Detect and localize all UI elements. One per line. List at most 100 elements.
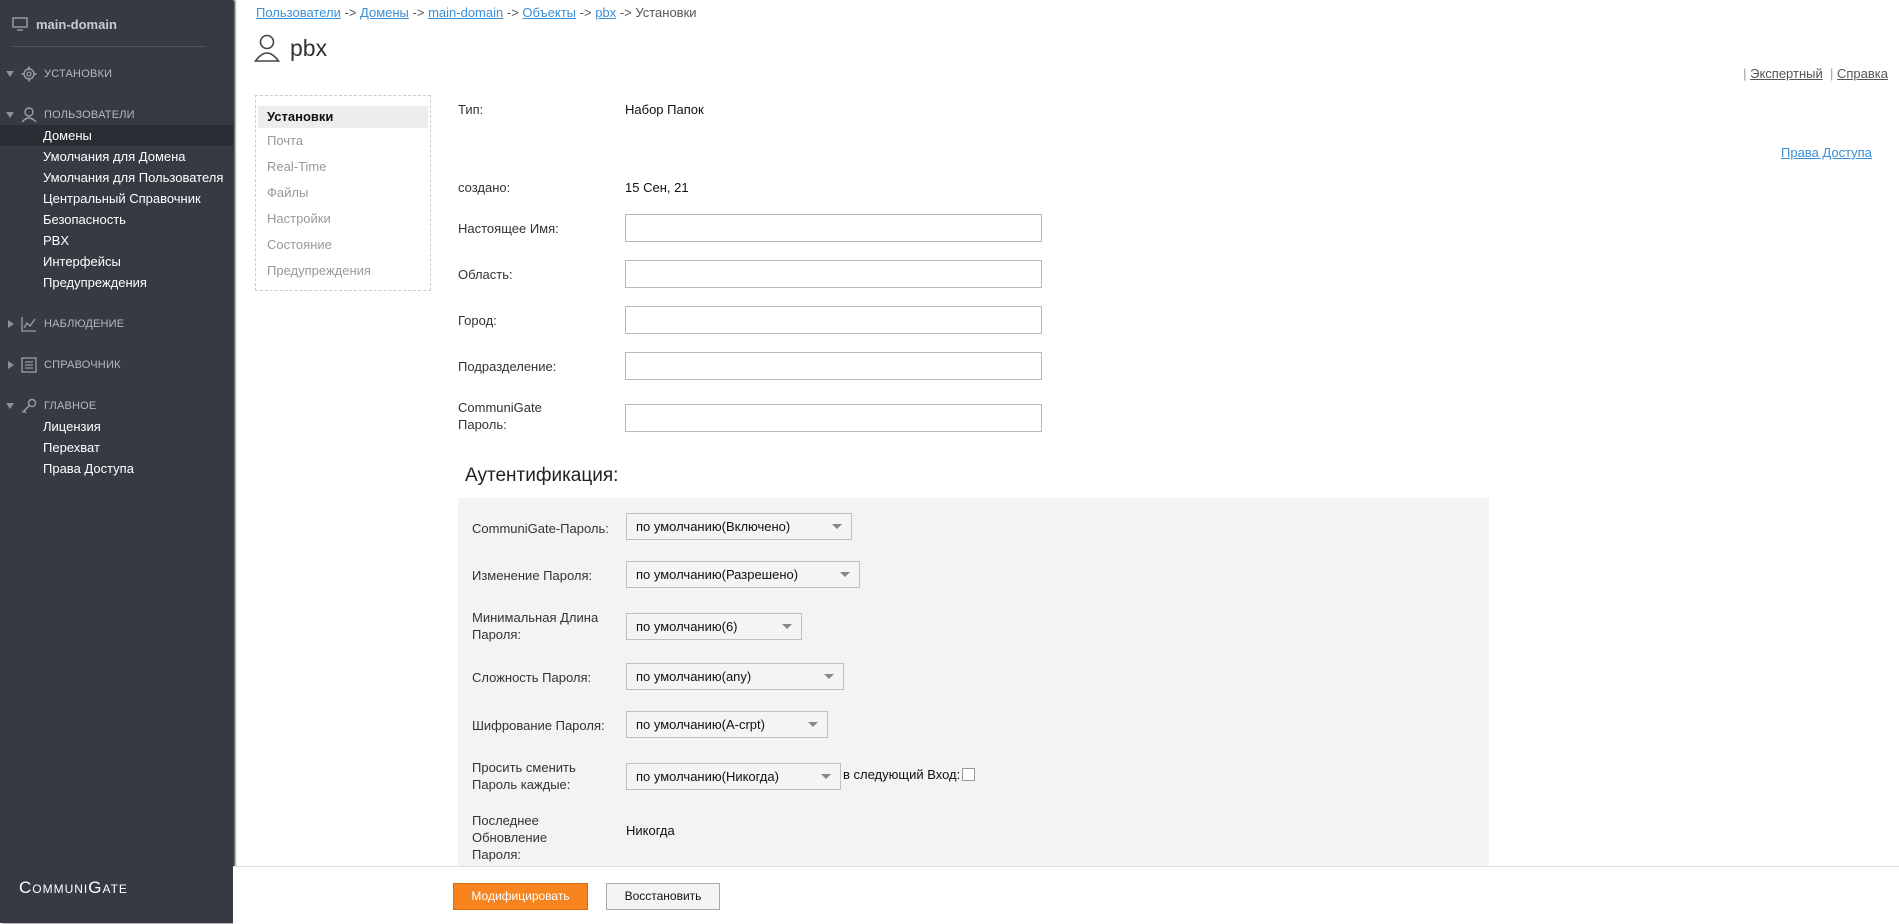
min-length-label: Минимальная Длина Пароля:: [472, 610, 599, 642]
user-icon: [20, 107, 38, 123]
breadcrumb-separator: ->: [506, 5, 519, 20]
domain-switcher[interactable]: main-domain: [12, 14, 117, 34]
breadcrumb-link-domain[interactable]: main-domain: [428, 5, 503, 20]
ask-change-select-value: по умолчанию(Никогда): [636, 769, 779, 784]
divider: [12, 46, 206, 47]
breadcrumb-separator: ->: [619, 5, 632, 20]
sidebar-item-interfaces[interactable]: Интерфейсы: [0, 251, 233, 272]
sidebar-section-settings[interactable]: Установки: [0, 64, 233, 84]
chevron-down-icon: [6, 403, 14, 409]
tab-mail[interactable]: Почта: [256, 128, 430, 154]
expert-link[interactable]: Экспертный: [1750, 66, 1823, 81]
tab-alerts[interactable]: Предупреждения: [256, 258, 430, 284]
modify-button[interactable]: Модифицировать: [453, 883, 588, 910]
sidebar-section-monitoring[interactable]: Наблюдение: [0, 314, 233, 334]
monitor-icon: [12, 17, 28, 31]
gear-icon: [20, 66, 38, 82]
type-label: Тип:: [458, 102, 484, 117]
chevron-down-icon: [6, 71, 14, 77]
sidebar-item-domain-defaults[interactable]: Умолчания для Домена: [0, 146, 233, 167]
tab-status[interactable]: Состояние: [256, 232, 430, 258]
complexity-select-value: по умолчанию(any): [636, 669, 752, 684]
breadcrumb-link-domains[interactable]: Домены: [360, 5, 409, 20]
complexity-select[interactable]: по умолчанию(any): [626, 663, 844, 690]
tab-files[interactable]: Файлы: [256, 180, 430, 206]
chevron-down-icon: [6, 112, 14, 118]
sidebar-item-alerts[interactable]: Предупреждения: [0, 272, 233, 293]
encryption-select-value: по умолчанию(A-crpt): [636, 717, 765, 732]
encryption-select[interactable]: по умолчанию(A-crpt): [626, 711, 828, 738]
chevron-down-icon: [840, 572, 850, 577]
domain-name: main-domain: [36, 16, 117, 32]
restore-button[interactable]: Восстановить: [606, 883, 720, 910]
breadcrumb-separator: ->: [344, 5, 357, 20]
chevron-down-icon: [821, 774, 831, 779]
sidebar: main-domain Установки Пользователи Домен…: [0, 0, 233, 923]
password-input[interactable]: [625, 404, 1042, 432]
tab-settings[interactable]: Установки: [258, 106, 428, 128]
sidebar-section-label: Главное: [44, 400, 97, 412]
sidebar-section-label: Наблюдение: [44, 318, 125, 330]
page-title: pbx: [290, 34, 328, 61]
password-label: CommuniGate Пароль:: [458, 400, 542, 432]
sidebar-section-directory[interactable]: Справочник: [0, 355, 233, 375]
min-length-select-value: по умолчанию(6): [636, 619, 738, 634]
complexity-label: Сложность Пароля:: [472, 670, 592, 685]
sidebar-item-intercept[interactable]: Перехват: [0, 437, 233, 458]
breadcrumb-separator: ->: [579, 5, 592, 20]
key-icon: [20, 398, 38, 414]
sidebar-item-central-directory[interactable]: Центральный Справочник: [0, 188, 233, 209]
next-login-option: в следующий Вход:: [843, 767, 976, 782]
encryption-label: Шифрование Пароля:: [472, 718, 605, 733]
tab-realtime[interactable]: Real-Time: [256, 154, 430, 180]
chart-icon: [20, 316, 38, 332]
cg-password-label: CommuniGate-Пароль:: [472, 521, 609, 536]
sidebar-item-security[interactable]: Безопасность: [0, 209, 233, 230]
last-update-value: Никогда: [626, 823, 675, 838]
cg-password-select[interactable]: по умолчанию(Включено): [626, 513, 852, 540]
password-change-select[interactable]: по умолчанию(Разрешено): [626, 561, 860, 588]
sidebar-item-pbx[interactable]: PBX: [0, 230, 233, 251]
breadcrumb-link-pbx[interactable]: pbx: [595, 5, 616, 20]
ask-change-select[interactable]: по умолчанию(Никогда): [626, 763, 841, 790]
tab-preferences[interactable]: Настройки: [256, 206, 430, 232]
city-input[interactable]: [625, 306, 1042, 334]
type-value: Набор Папок: [625, 102, 704, 117]
breadcrumb-separator: ->: [412, 5, 425, 20]
chevron-down-icon: [832, 524, 842, 529]
auth-section-title: Аутентификация:: [465, 465, 619, 486]
sidebar-item-access-rights[interactable]: Права Доступа: [0, 458, 233, 479]
sidebar-item-domains[interactable]: Домены: [0, 125, 233, 146]
sidebar-item-license[interactable]: Лицензия: [0, 416, 233, 437]
breadcrumb-link-users[interactable]: Пользователи: [256, 5, 341, 20]
department-input[interactable]: [625, 352, 1042, 380]
help-link[interactable]: Справка: [1837, 66, 1888, 81]
real-name-label: Настоящее Имя:: [458, 221, 559, 236]
chevron-down-icon: [808, 722, 818, 727]
chevron-down-icon: [782, 624, 792, 629]
sidebar-section-main[interactable]: Главное: [0, 396, 233, 416]
min-length-select[interactable]: по умолчанию(6): [626, 613, 802, 640]
access-rights-link[interactable]: Права Доступа: [1781, 145, 1872, 160]
city-label: Город:: [458, 313, 497, 328]
next-login-checkbox[interactable]: [962, 768, 976, 781]
department-label: Подразделение:: [458, 359, 557, 374]
next-login-label: в следующий Вход:: [843, 767, 961, 782]
sidebar-section-label: Справочник: [44, 359, 121, 371]
communigate-logo: CommuniGate: [19, 878, 128, 897]
sidebar-section-label: Пользователи: [44, 109, 135, 121]
tab-list: Установки Почта Real-Time Файлы Настройк…: [255, 95, 431, 291]
sidebar-section-users[interactable]: Пользователи: [0, 105, 233, 125]
breadcrumb-current: Установки: [635, 5, 697, 20]
directory-icon: [20, 357, 38, 373]
real-name-input[interactable]: [625, 214, 1042, 242]
breadcrumb-link-objects[interactable]: Объекты: [522, 5, 576, 20]
cg-password-select-value: по умолчанию(Включено): [636, 519, 791, 534]
password-change-label: Изменение Пароля:: [472, 568, 593, 583]
user-icon: [254, 34, 280, 62]
separator: |: [1829, 66, 1834, 81]
sidebar-item-user-defaults[interactable]: Умолчания для Пользователя: [0, 167, 233, 188]
created-label: создано:: [458, 180, 511, 195]
region-input[interactable]: [625, 260, 1042, 288]
chevron-down-icon: [824, 674, 834, 679]
